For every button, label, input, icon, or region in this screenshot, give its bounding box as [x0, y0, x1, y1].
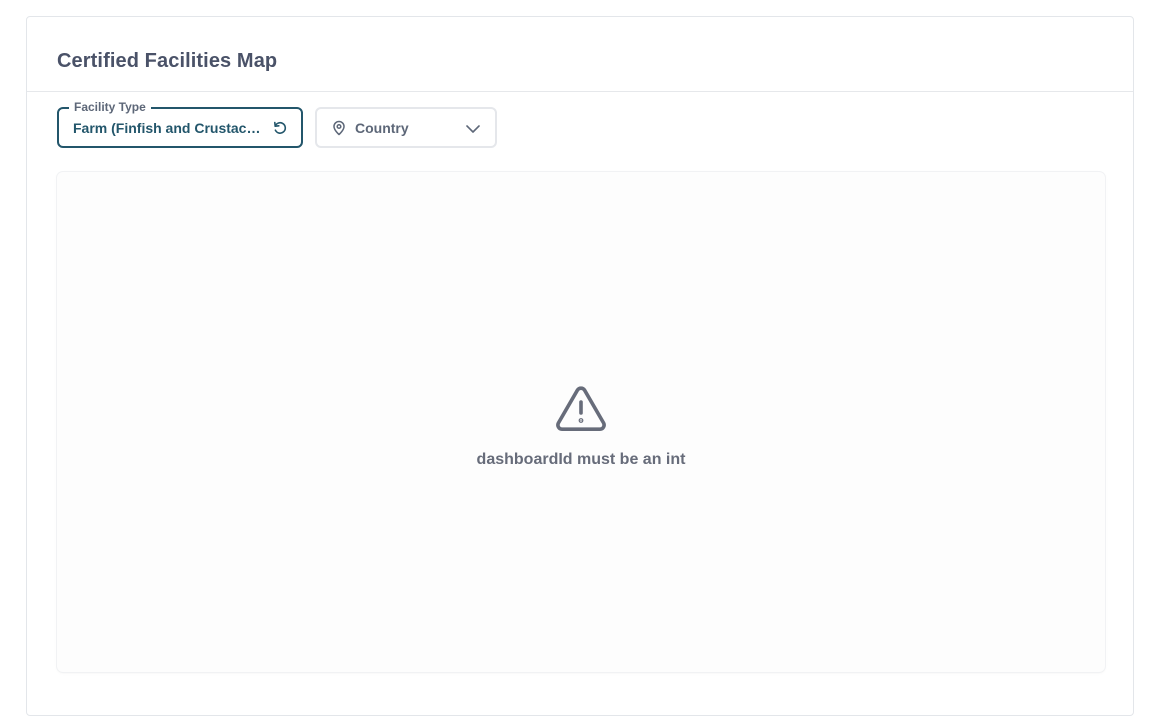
warning-icon	[555, 385, 607, 431]
facility-type-select[interactable]: Facility Type Farm (Finfish and Crustace…	[57, 99, 303, 148]
country-select[interactable]: Country	[315, 107, 497, 148]
error-message: dashboardId must be an int	[476, 451, 686, 468]
chevron-down-icon	[465, 121, 481, 137]
map-panel: dashboardId must be an int	[57, 172, 1105, 672]
location-pin-icon	[331, 120, 347, 136]
facility-type-label: Facility Type	[69, 99, 151, 115]
card-title: Certified Facilities Map	[57, 50, 278, 72]
country-placeholder: Country	[355, 120, 409, 136]
reset-icon[interactable]	[272, 120, 288, 136]
facilities-map-card: Certified Facilities Map Facility Type F…	[26, 16, 1134, 716]
card-header: Certified Facilities Map	[27, 17, 1133, 92]
facility-type-value: Farm (Finfish and Crustacea...	[73, 120, 263, 136]
